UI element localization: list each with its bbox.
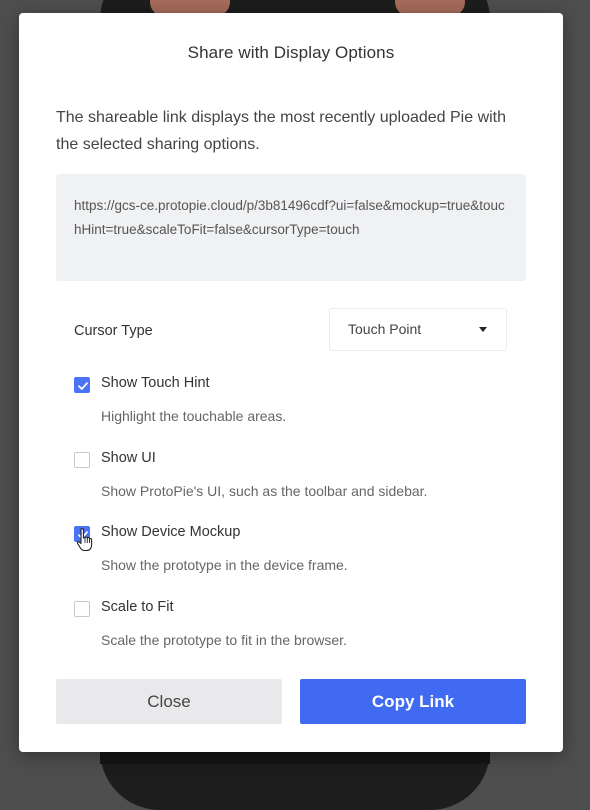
background-device-bottom [100, 752, 490, 764]
option-label[interactable]: Show UI [101, 450, 156, 466]
hand-pointer-cursor-icon [76, 528, 93, 552]
close-button[interactable]: Close [56, 679, 282, 724]
option-description: Show the prototype in the device frame. [101, 557, 348, 573]
option-description: Scale the prototype to fit in the browse… [101, 632, 347, 648]
checkbox-show-ui[interactable] [74, 452, 90, 468]
option-description: Show ProtoPie's UI, such as the toolbar … [101, 483, 428, 499]
checkbox-scale-to-fit[interactable] [74, 601, 90, 617]
option-description: Highlight the touchable areas. [101, 408, 287, 424]
dialog-description: The shareable link displays the most rec… [56, 109, 507, 153]
dialog-title: Share with Display Options [187, 43, 395, 62]
share-link-text[interactable]: https://gcs-ce.protopie.cloud/p/3b81496c… [74, 194, 510, 242]
option-label[interactable]: Scale to Fit [101, 599, 174, 615]
option-label[interactable]: Show Device Mockup [101, 524, 240, 540]
option-label[interactable]: Show Touch Hint [101, 375, 210, 391]
checkbox-show-touch-hint[interactable] [74, 377, 90, 393]
share-dialog: Share with Display Options The shareable… [19, 13, 563, 752]
caret-down-icon [479, 327, 487, 332]
cursor-type-value: Touch Point [348, 321, 422, 337]
cursor-type-select[interactable]: Touch Point [329, 308, 507, 351]
share-link-box[interactable]: https://gcs-ce.protopie.cloud/p/3b81496c… [56, 174, 526, 281]
checkmark-icon [78, 382, 88, 390]
copy-link-button[interactable]: Copy Link [300, 679, 526, 724]
cursor-type-label: Cursor Type [74, 323, 153, 339]
